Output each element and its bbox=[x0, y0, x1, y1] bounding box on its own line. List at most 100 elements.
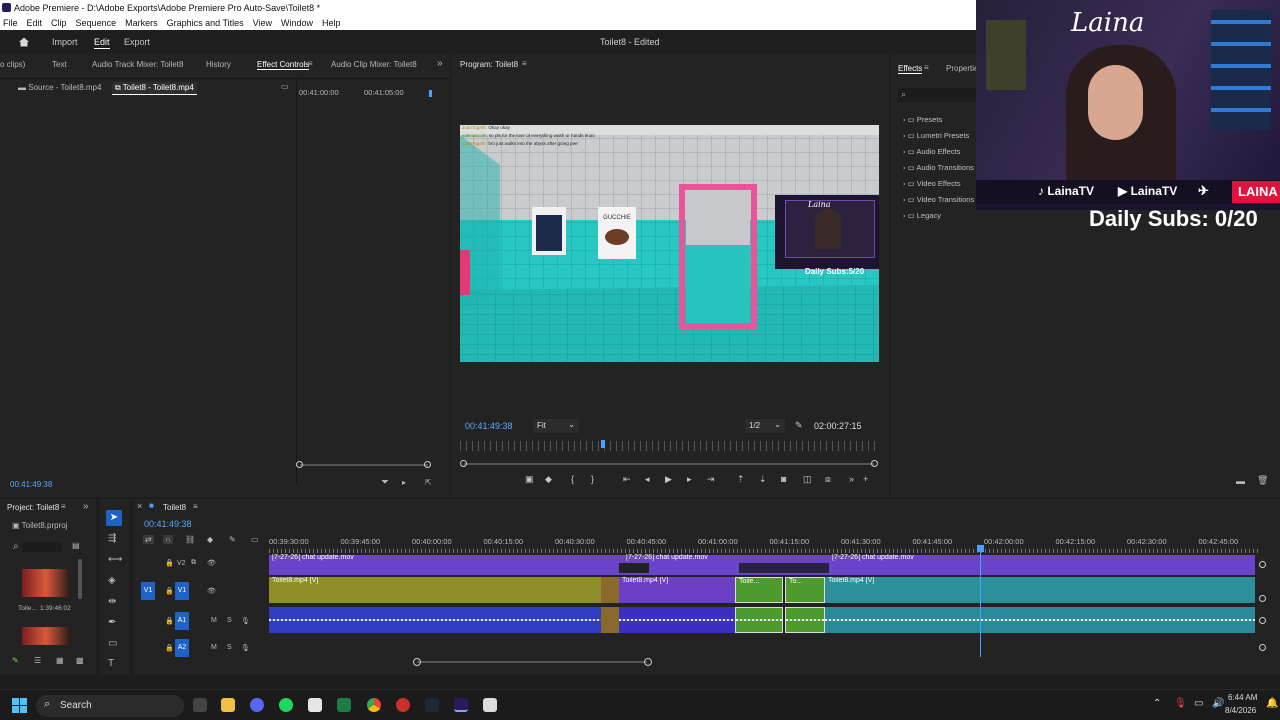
panel-toggle-icon[interactable]: ▭ bbox=[281, 82, 289, 91]
close-tab-icon[interactable]: × bbox=[137, 501, 142, 511]
lock-icon[interactable]: 🔒 bbox=[165, 644, 174, 652]
app-icon[interactable] bbox=[396, 698, 410, 712]
tab-effect-controls[interactable]: Effect Controls bbox=[257, 60, 310, 70]
home-icon[interactable] bbox=[18, 36, 30, 48]
track-label-a2[interactable]: A2 bbox=[175, 639, 189, 657]
subtab-source[interactable]: ▬ Source - Toilet8.mp4 bbox=[18, 83, 101, 92]
clip-thumbnail[interactable] bbox=[22, 627, 70, 645]
menu-window[interactable]: Window bbox=[281, 16, 313, 30]
step-back-icon[interactable]: ◂ bbox=[645, 474, 650, 485]
a1-clip[interactable] bbox=[619, 607, 735, 633]
project-search-icon[interactable]: ⌕ bbox=[13, 541, 19, 552]
a1-clip-selected[interactable] bbox=[785, 607, 825, 633]
vr-icon[interactable]: ⧈ bbox=[825, 474, 831, 485]
program-playhead[interactable] bbox=[601, 440, 605, 448]
a1-clip[interactable] bbox=[825, 607, 1255, 633]
spotify-icon[interactable] bbox=[279, 698, 293, 712]
effects-folder-audio-effects[interactable]: › ▭ Audio Effects bbox=[903, 144, 974, 160]
marker-icon[interactable]: ◆ bbox=[545, 474, 552, 485]
clip-thumbnail[interactable] bbox=[22, 569, 70, 597]
premiere-taskbar-icon[interactable] bbox=[454, 698, 468, 712]
hand-tool-icon[interactable]: T bbox=[108, 658, 114, 669]
scroll-handle-left[interactable] bbox=[296, 461, 303, 468]
project-search-input[interactable] bbox=[22, 542, 62, 552]
taskbar-date[interactable]: 8/4/2026 bbox=[1225, 706, 1256, 715]
sync-lock-icon[interactable]: ⧉ bbox=[191, 559, 196, 567]
tab-edit[interactable]: Edit bbox=[94, 37, 110, 49]
nest-toggle-icon[interactable]: ⇄ bbox=[143, 535, 154, 544]
compare-icon[interactable]: ◫ bbox=[803, 474, 812, 485]
zoom-handle-left[interactable] bbox=[460, 460, 467, 467]
project-menu-icon[interactable]: ≡ bbox=[61, 502, 66, 511]
menu-sequence[interactable]: Sequence bbox=[76, 16, 117, 30]
icon-view-icon[interactable]: ▦ bbox=[56, 656, 64, 665]
lift-icon[interactable]: ⇡ bbox=[737, 474, 745, 485]
lock-icon[interactable]: 🔒 bbox=[165, 559, 174, 567]
step-forward-icon[interactable]: ▸ bbox=[687, 474, 692, 485]
menu-view[interactable]: View bbox=[253, 16, 272, 30]
filter-icon[interactable]: ⏷ bbox=[381, 477, 389, 488]
timeline-zoom-bar[interactable] bbox=[417, 661, 647, 663]
timeline-ruler[interactable]: 00:39:30:00 00:39:45:00 00:40:00:00 00:40:1… bbox=[269, 537, 1259, 553]
task-view-icon[interactable] bbox=[193, 698, 207, 712]
go-to-in-icon[interactable]: ⇤ bbox=[623, 474, 631, 485]
project-more-icon[interactable]: » bbox=[83, 501, 89, 512]
track-height-handle[interactable] bbox=[1259, 644, 1266, 651]
timeline-timecode[interactable]: 00:41:49:38 bbox=[144, 519, 192, 529]
v1-clip-selected[interactable]: Toile... bbox=[735, 577, 783, 603]
track-label-v1[interactable]: V1 bbox=[175, 582, 189, 600]
source-patch-v1[interactable]: V1 bbox=[141, 582, 155, 600]
excel-icon[interactable] bbox=[337, 698, 351, 712]
tab-audio-track-mixer[interactable]: Audio Track Mixer: Toilet8 bbox=[92, 60, 183, 69]
button-editor-icon[interactable]: + bbox=[863, 474, 868, 484]
effects-folder-presets[interactable]: › ▭ Presets bbox=[903, 112, 974, 128]
eye-icon[interactable]: 👁 bbox=[207, 559, 216, 567]
a1-clip[interactable] bbox=[269, 607, 601, 633]
v1-clip[interactable]: Toilet8.mp4 [V] bbox=[269, 577, 601, 603]
effects-search-input[interactable]: ⌕ bbox=[898, 88, 978, 102]
solo-icon[interactable]: S bbox=[227, 644, 232, 651]
selection-tool-icon[interactable]: ➤ bbox=[106, 510, 122, 526]
tab-no-clips[interactable]: o clips) bbox=[0, 60, 25, 69]
v1-clip[interactable]: Toilet8.mp4 [V] bbox=[825, 577, 1255, 603]
resolution-dropdown[interactable]: 1/2 ⌄ bbox=[745, 419, 785, 433]
menu-clip[interactable]: Clip bbox=[51, 16, 67, 30]
mute-icon[interactable]: M bbox=[211, 617, 217, 624]
taskbar-search-box[interactable]: ⌕ Search bbox=[36, 695, 184, 717]
effect-controls-menu-icon[interactable]: ≡ bbox=[308, 59, 313, 68]
scroll-handle-right[interactable] bbox=[424, 461, 431, 468]
volume-icon[interactable]: 🔊 bbox=[1212, 698, 1224, 709]
linked-selection-icon[interactable]: ⛓ bbox=[185, 535, 195, 544]
track-height-handle[interactable] bbox=[1259, 561, 1266, 568]
lock-icon[interactable]: 🔒 bbox=[165, 617, 174, 625]
tab-history[interactable]: History bbox=[206, 60, 231, 69]
new-bin-icon[interactable]: ▤ bbox=[72, 541, 80, 550]
freeform-view-icon[interactable]: ▩ bbox=[76, 656, 84, 665]
mark-out-icon[interactable]: } bbox=[591, 474, 594, 484]
windows-start-icon[interactable] bbox=[12, 698, 27, 713]
more-panels-icon[interactable]: » bbox=[437, 58, 443, 69]
track-height-handle[interactable] bbox=[1259, 617, 1266, 624]
captions-icon[interactable]: ▭ bbox=[251, 535, 259, 544]
play-icon[interactable]: ▶ bbox=[665, 474, 672, 485]
program-menu-icon[interactable]: ≡ bbox=[522, 59, 527, 68]
effects-folder-lumetri[interactable]: › ▭ Lumetri Presets bbox=[903, 128, 974, 144]
mark-in-icon[interactable]: { bbox=[571, 474, 574, 484]
zoom-scrollbar[interactable] bbox=[300, 464, 428, 466]
menu-file[interactable]: File bbox=[3, 16, 18, 30]
effects-folder-video-transitions[interactable]: › ▭ Video Transitions bbox=[903, 192, 974, 208]
rectangle-tool-icon[interactable]: ▭ bbox=[108, 638, 117, 649]
chrome-icon[interactable] bbox=[367, 698, 381, 712]
notepad-icon[interactable] bbox=[483, 698, 497, 712]
a1-clip-selected[interactable] bbox=[735, 607, 783, 633]
program-ruler[interactable] bbox=[460, 441, 878, 451]
playhead-marker[interactable] bbox=[429, 90, 432, 97]
pencil-icon[interactable]: ✎ bbox=[12, 656, 19, 665]
file-explorer-icon[interactable] bbox=[221, 698, 235, 712]
program-timecode[interactable]: 00:41:49:38 bbox=[465, 421, 513, 431]
camera-icon[interactable]: ◙ bbox=[781, 474, 786, 484]
list-view-icon[interactable]: ☰ bbox=[34, 656, 41, 665]
tab-import[interactable]: Import bbox=[52, 37, 78, 47]
project-scrollbar[interactable] bbox=[78, 559, 82, 599]
discord-icon[interactable] bbox=[250, 698, 264, 712]
